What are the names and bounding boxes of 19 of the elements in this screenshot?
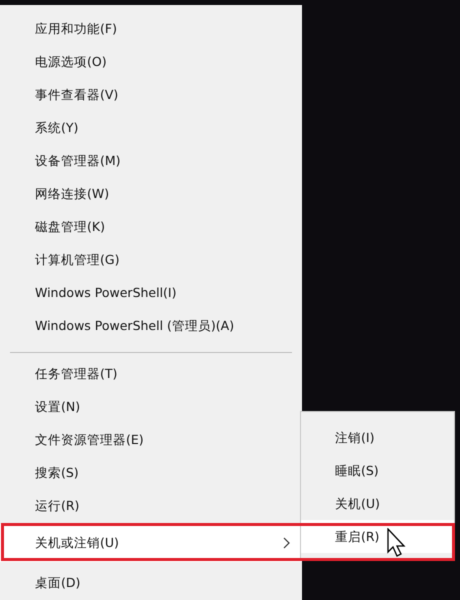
menu-item[interactable]: 注销(I) (301, 421, 454, 454)
menu-item[interactable]: 计算机管理(G) (0, 243, 302, 276)
menu-item[interactable]: 事件查看器(V) (0, 78, 302, 111)
menu-item[interactable]: 磁盘管理(K) (0, 210, 302, 243)
menu-item[interactable]: 运行(R) (0, 489, 302, 522)
menu-item[interactable]: Windows PowerShell (管理员)(A) (0, 309, 302, 342)
menu-item[interactable]: 网络连接(W) (0, 177, 302, 210)
menu-item[interactable]: 搜索(S) (0, 456, 302, 489)
menu-item[interactable]: Windows PowerShell(I) (0, 276, 302, 309)
menu-item[interactable]: 文件资源管理器(E) (0, 423, 302, 456)
menu-item[interactable]: 关机(U) (301, 487, 454, 520)
menu-item[interactable]: 系统(Y) (0, 111, 302, 144)
menu-item[interactable]: 设置(N) (0, 390, 302, 423)
menu-item[interactable]: 桌面(D) (0, 566, 302, 599)
menu-item[interactable]: 睡眠(S) (301, 454, 454, 487)
menu-item[interactable]: 电源选项(O) (0, 45, 302, 78)
menu-item[interactable]: 应用和功能(F) (0, 12, 302, 45)
menu-item[interactable]: 设备管理器(M) (0, 144, 302, 177)
menu-item[interactable]: 任务管理器(T) (0, 357, 302, 390)
